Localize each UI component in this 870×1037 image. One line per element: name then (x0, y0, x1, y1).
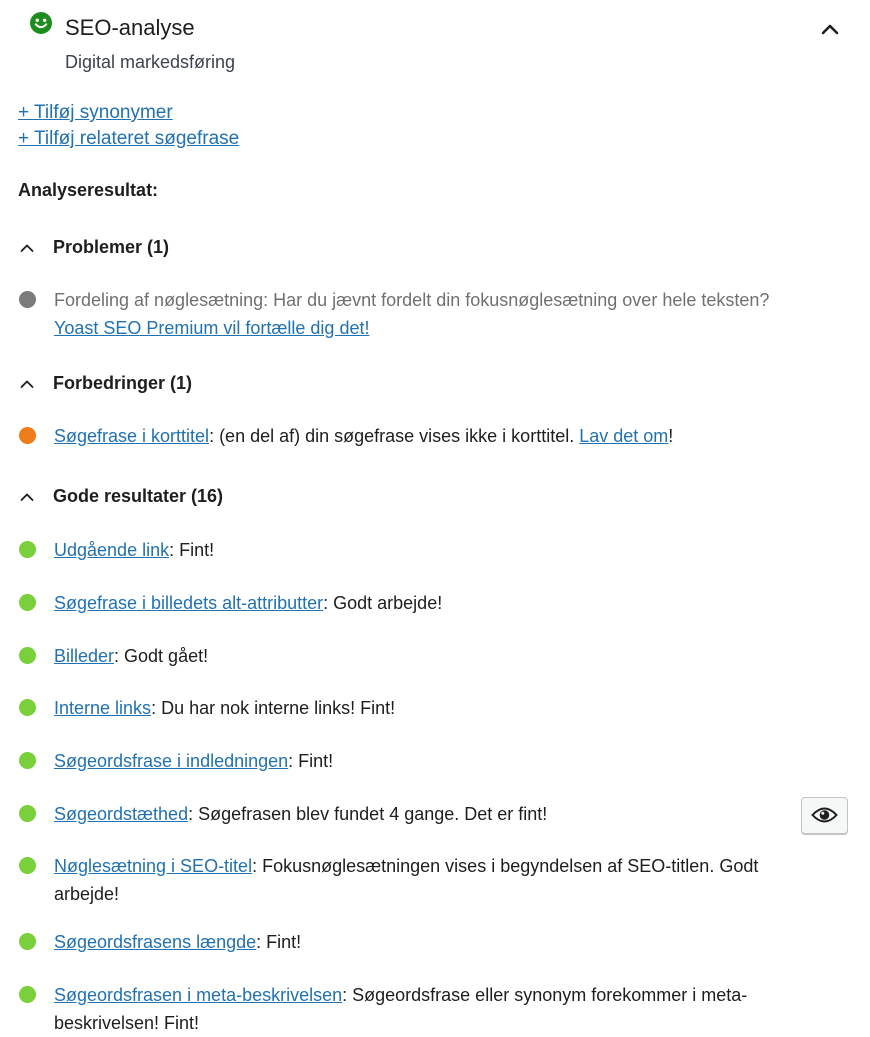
status-dot (19, 805, 36, 822)
list-item: Søgefrase i korttitel: (en del af) din s… (18, 422, 798, 450)
status-dot (19, 594, 36, 611)
list-item: Billeder: Godt gået! (18, 642, 798, 670)
assessment-link[interactable]: Søgeordsfrase i indledningen (54, 751, 288, 771)
good-results-section-toggle[interactable]: Gode resultater (16) (18, 486, 223, 507)
item-text: : Godt gået! (114, 646, 209, 666)
item-text: : Fint! (288, 751, 334, 771)
list-item: Søgeordsfrasen i meta-beskrivelsen: Søge… (18, 981, 798, 1037)
status-dot (19, 699, 36, 716)
list-item: Søgeordsfrasens længde: Fint! (18, 928, 798, 956)
list-item: Udgående link: Fint! (18, 536, 798, 564)
status-dot (19, 427, 36, 444)
seo-analysis-header[interactable]: SEO-analyse Digital markedsføring (0, 0, 870, 85)
premium-link[interactable]: Yoast SEO Premium vil fortælle dig det! (54, 318, 369, 338)
item-text-tail: ! (668, 426, 674, 446)
status-dot (19, 752, 36, 769)
eye-icon (811, 807, 838, 823)
improvements-section-toggle[interactable]: Forbedringer (1) (18, 373, 192, 394)
assessment-link[interactable]: Søgefrase i korttitel (54, 426, 209, 446)
item-text: : Fint! (256, 932, 302, 952)
keyphrase-links: + Tilføj synonymer + Tilføj relateret sø… (18, 100, 239, 152)
item-text: : Du har nok interne links! Fint! (151, 698, 396, 718)
chevron-up-icon (20, 244, 34, 252)
item-text: : (en del af) din søgefrase vises ikke i… (209, 426, 580, 446)
item-text: : Fint! (169, 540, 215, 560)
item-text: Fordeling af nøglesætning: Har du jævnt … (54, 290, 770, 310)
assessment-link[interactable]: Interne links (54, 698, 151, 718)
chevron-up-icon (20, 380, 34, 388)
chevron-up-icon (20, 493, 34, 501)
item-text: : Søgefrasen blev fundet 4 gange. Det er… (188, 804, 548, 824)
list-item: Søgeordstæthed: Søgefrasen blev fundet 4… (18, 800, 798, 828)
list-item: Søgefrase i billedets alt-attributter: G… (18, 589, 798, 617)
good-results-section-title: Gode resultater (16) (53, 486, 224, 506)
assessment-link[interactable]: Søgeordsfrasens længde (54, 932, 256, 952)
list-item: Søgeordsfrase i indledningen: Fint! (18, 747, 798, 775)
focus-keyphrase: Digital markedsføring (65, 52, 236, 72)
fix-link[interactable]: Lav det om (579, 426, 668, 446)
panel-title: SEO-analyse (65, 15, 195, 40)
add-related-keyphrase-link[interactable]: + Tilføj relateret søgefrase (18, 126, 239, 152)
assessment-link[interactable]: Billeder (54, 646, 114, 666)
list-item: Nøglesætning i SEO-titel: Fokusnøglesætn… (18, 852, 798, 908)
improvements-section-title: Forbedringer (1) (53, 373, 193, 393)
add-synonyms-link[interactable]: + Tilføj synonymer (18, 100, 239, 126)
smiley-face-icon (30, 12, 52, 34)
status-dot (19, 857, 36, 874)
assessment-link[interactable]: Nøglesætning i SEO-titel (54, 856, 252, 876)
assessment-link[interactable]: Udgående link (54, 540, 169, 560)
assessment-link[interactable]: Søgefrase i billedets alt-attributter (54, 593, 323, 613)
status-dot (19, 933, 36, 950)
problems-section-title: Problemer (1) (53, 237, 170, 257)
status-dot (19, 647, 36, 664)
item-text: : Godt arbejde! (323, 593, 443, 613)
list-item: Interne links: Du har nok interne links!… (18, 694, 798, 722)
status-dot (19, 541, 36, 558)
highlight-button[interactable] (801, 797, 848, 834)
list-item: Fordeling af nøglesætning: Har du jævnt … (18, 286, 798, 342)
assessment-link[interactable]: Søgeordstæthed (54, 804, 188, 824)
analysis-results-heading: Analyseresultat: (18, 180, 159, 200)
chevron-up-icon[interactable] (815, 14, 845, 44)
status-dot (19, 986, 36, 1003)
status-dot (19, 291, 36, 308)
problems-section-toggle[interactable]: Problemer (1) (18, 237, 169, 258)
assessment-link[interactable]: Søgeordsfrasen i meta-beskrivelsen (54, 985, 342, 1005)
